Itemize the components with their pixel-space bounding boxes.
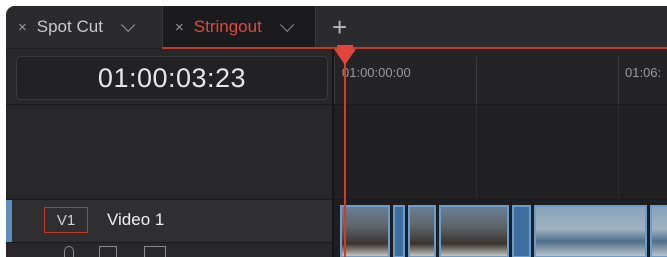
plus-icon[interactable]: + (332, 13, 347, 41)
timeline-tab-bar: × Spot Cut × Stringout + (6, 6, 667, 49)
grid-line (618, 104, 619, 199)
tab-label: Stringout (193, 17, 262, 36)
timeline-area[interactable]: 01:00:00:00 01:06: (334, 45, 667, 257)
track-id-badge[interactable]: V1 (44, 207, 88, 233)
track-header-panel: 01:00:03:23 V1 Video 1 (6, 49, 334, 257)
tab-spot-cut[interactable]: × Spot Cut (18, 6, 136, 48)
lock-icon[interactable] (64, 246, 74, 257)
chevron-down-icon[interactable] (120, 17, 136, 32)
divider (6, 104, 332, 105)
ruler-label: 01:06: (625, 65, 662, 80)
video-track-v1[interactable] (334, 199, 667, 257)
playhead[interactable] (344, 49, 346, 257)
clip[interactable] (534, 205, 647, 257)
auto-track-icon[interactable] (99, 246, 117, 257)
clip[interactable] (340, 205, 390, 257)
track-marker (6, 200, 12, 242)
clip[interactable] (408, 205, 436, 257)
time-ruler[interactable]: 01:00:00:00 01:06: (334, 49, 667, 105)
chevron-down-icon[interactable] (279, 17, 295, 32)
timecode-display[interactable]: 01:00:03:23 (16, 56, 328, 100)
clip[interactable] (650, 205, 667, 257)
ruler-tick (618, 57, 619, 104)
grid-line (476, 104, 477, 199)
ruler-label: 01:00:00:00 (342, 65, 411, 80)
ruler-tick (476, 57, 477, 104)
tab-stringout[interactable]: × Stringout (162, 6, 316, 48)
clip[interactable] (439, 205, 509, 257)
clip[interactable] (512, 205, 531, 257)
close-icon[interactable]: × (175, 19, 184, 36)
clip[interactable] (393, 205, 405, 257)
film-icon[interactable] (144, 246, 166, 257)
close-icon[interactable]: × (18, 19, 27, 36)
track-controls (6, 242, 332, 257)
track-header-v1[interactable]: V1 Video 1 (6, 199, 332, 243)
track-name[interactable]: Video 1 (107, 210, 164, 230)
timeline-window: × Spot Cut × Stringout + 01:00:03:23 V1 … (6, 6, 667, 257)
playhead-handle[interactable] (334, 49, 356, 65)
tab-label: Spot Cut (36, 17, 103, 36)
